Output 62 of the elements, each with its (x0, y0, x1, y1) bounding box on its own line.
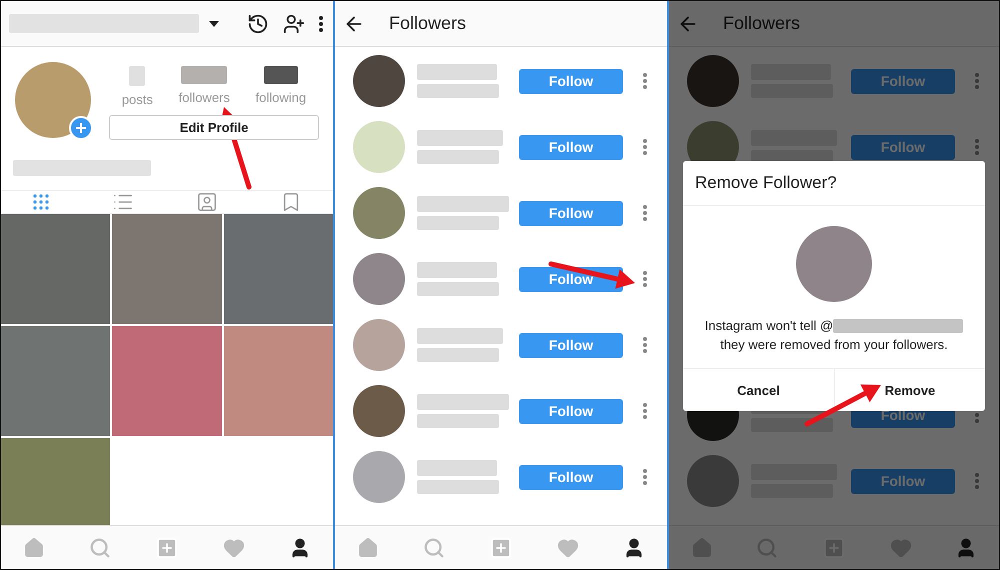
more-icon (643, 403, 647, 419)
photo-tile[interactable] (224, 326, 333, 436)
search-icon (423, 536, 445, 558)
more-icon (975, 139, 979, 155)
blurred-count (129, 66, 146, 86)
screen-title: Followers (723, 13, 800, 34)
dialog-button[interactable]: Cancel (683, 369, 834, 411)
search-icon (89, 536, 111, 558)
toolbar-button[interactable] (319, 16, 323, 32)
avatar (687, 55, 739, 107)
screen-title: Followers (389, 13, 466, 34)
more-icon (643, 139, 647, 155)
search-icon (756, 536, 778, 558)
plus-icon (76, 123, 86, 133)
grid-icon (32, 193, 50, 211)
add-person-icon (283, 12, 305, 34)
home-icon (690, 536, 713, 558)
follow-button[interactable]: Follow (851, 134, 955, 160)
photo-tile[interactable] (224, 214, 333, 324)
follow-button[interactable]: Follow (519, 68, 623, 94)
dialog-message: they were removed from your followers. (720, 337, 948, 352)
toolbar-button[interactable] (283, 12, 305, 34)
follow-button[interactable]: Follow (519, 134, 623, 160)
heart-icon (890, 536, 912, 558)
more-icon (975, 73, 979, 89)
photo-tile[interactable] (112, 214, 222, 324)
home-icon (23, 536, 45, 558)
photo-tile[interactable] (1, 214, 110, 324)
profile-tab[interactable] (32, 193, 50, 211)
follow-button[interactable]: Follow (851, 68, 955, 94)
stat-label[interactable]: followers (178, 90, 230, 105)
more-icon (643, 205, 647, 221)
more-icon (643, 73, 647, 89)
caret-icon (209, 20, 219, 26)
toolbar-button[interactable] (247, 12, 269, 34)
more-icon (319, 16, 323, 32)
heart-icon (223, 536, 245, 558)
stat-label[interactable]: posts (122, 92, 153, 107)
blurred-count (264, 66, 298, 84)
follow-button[interactable]: Follow (519, 332, 623, 358)
stat-label[interactable]: following (256, 90, 306, 105)
history-icon (247, 12, 269, 34)
more-icon (975, 473, 979, 489)
follow-button[interactable]: Follow (519, 464, 623, 490)
more-icon (643, 271, 647, 287)
edit-profile-button[interactable]: Edit Profile (109, 115, 319, 140)
photo-tile[interactable] (112, 326, 222, 436)
dialog-title: Remove Follower? (683, 161, 985, 206)
more-icon (643, 469, 647, 485)
blurred-count (181, 66, 228, 84)
home-icon (357, 536, 379, 558)
photo-tile[interactable] (1, 326, 110, 436)
photo-tile[interactable] (1, 438, 110, 525)
person-tag-icon (196, 191, 218, 213)
dialog-message: Instagram won't tell @ (704, 317, 834, 335)
follow-button[interactable]: Follow (851, 468, 955, 494)
follow-button[interactable]: Follow (519, 200, 623, 226)
avatar (687, 455, 739, 507)
heart-icon (557, 536, 579, 558)
more-icon (643, 337, 647, 353)
follow-button[interactable]: Follow (519, 398, 623, 424)
profile-tab[interactable] (196, 191, 218, 213)
